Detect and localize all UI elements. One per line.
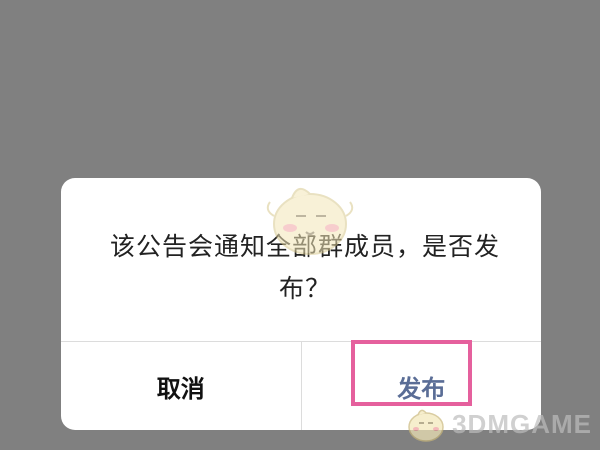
confirm-dialog: 该公告会通知全部群成员，是否发布？ 取消 发布 [61,178,541,430]
publish-button[interactable]: 发布 [302,342,542,430]
dialog-message: 该公告会通知全部群成员，是否发布？ [109,232,500,303]
cancel-button[interactable]: 取消 [61,342,302,430]
dialog-actions: 取消 发布 [61,341,541,430]
